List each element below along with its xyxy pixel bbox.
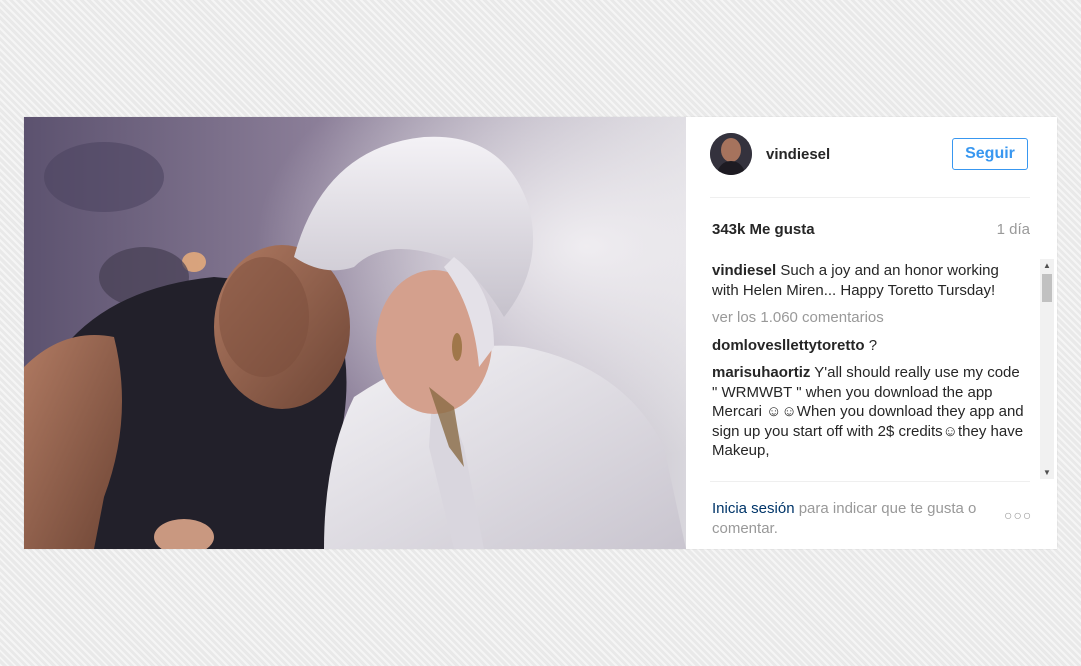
- comment: domlovesllettytoretto ?: [712, 336, 1024, 356]
- comments-scrollbar[interactable]: ▲ ▼: [1040, 259, 1054, 479]
- scroll-thumb[interactable]: [1042, 274, 1052, 302]
- comments-list: vindiesel Such a joy and an honor workin…: [712, 261, 1024, 477]
- comment-text: ?: [864, 336, 878, 354]
- instagram-post: vindiesel Seguir 343k Me gusta 1 día vin…: [24, 117, 1057, 549]
- login-prompt: Inicia sesión para indicar que te gusta …: [712, 499, 1002, 538]
- divider: [710, 481, 1030, 482]
- comment: marisuhaortiz Y'all should really use my…: [712, 363, 1024, 461]
- divider: [710, 197, 1030, 198]
- post-header: vindiesel Seguir: [710, 133, 1030, 177]
- username[interactable]: vindiesel: [766, 146, 830, 163]
- caption-username[interactable]: vindiesel: [712, 262, 776, 279]
- post-photo[interactable]: [24, 117, 686, 549]
- follow-button[interactable]: Seguir: [952, 138, 1028, 170]
- caption: vindiesel Such a joy and an honor workin…: [712, 261, 1024, 300]
- comment-username[interactable]: domlovesllettytoretto: [712, 337, 865, 354]
- post-time[interactable]: 1 día: [997, 221, 1030, 238]
- login-link[interactable]: Inicia sesión: [712, 500, 795, 517]
- post-sidebar: vindiesel Seguir 343k Me gusta 1 día vin…: [686, 117, 1057, 549]
- more-options-icon[interactable]: ○○○: [1004, 507, 1032, 523]
- view-comments-link[interactable]: ver los 1.060 comentarios: [712, 308, 1024, 328]
- avatar[interactable]: [710, 133, 752, 175]
- scroll-up-icon[interactable]: ▲: [1040, 259, 1054, 272]
- comment-username[interactable]: marisuhaortiz: [712, 364, 810, 381]
- scroll-down-icon[interactable]: ▼: [1040, 466, 1054, 479]
- likes-count[interactable]: 343k Me gusta: [712, 221, 815, 238]
